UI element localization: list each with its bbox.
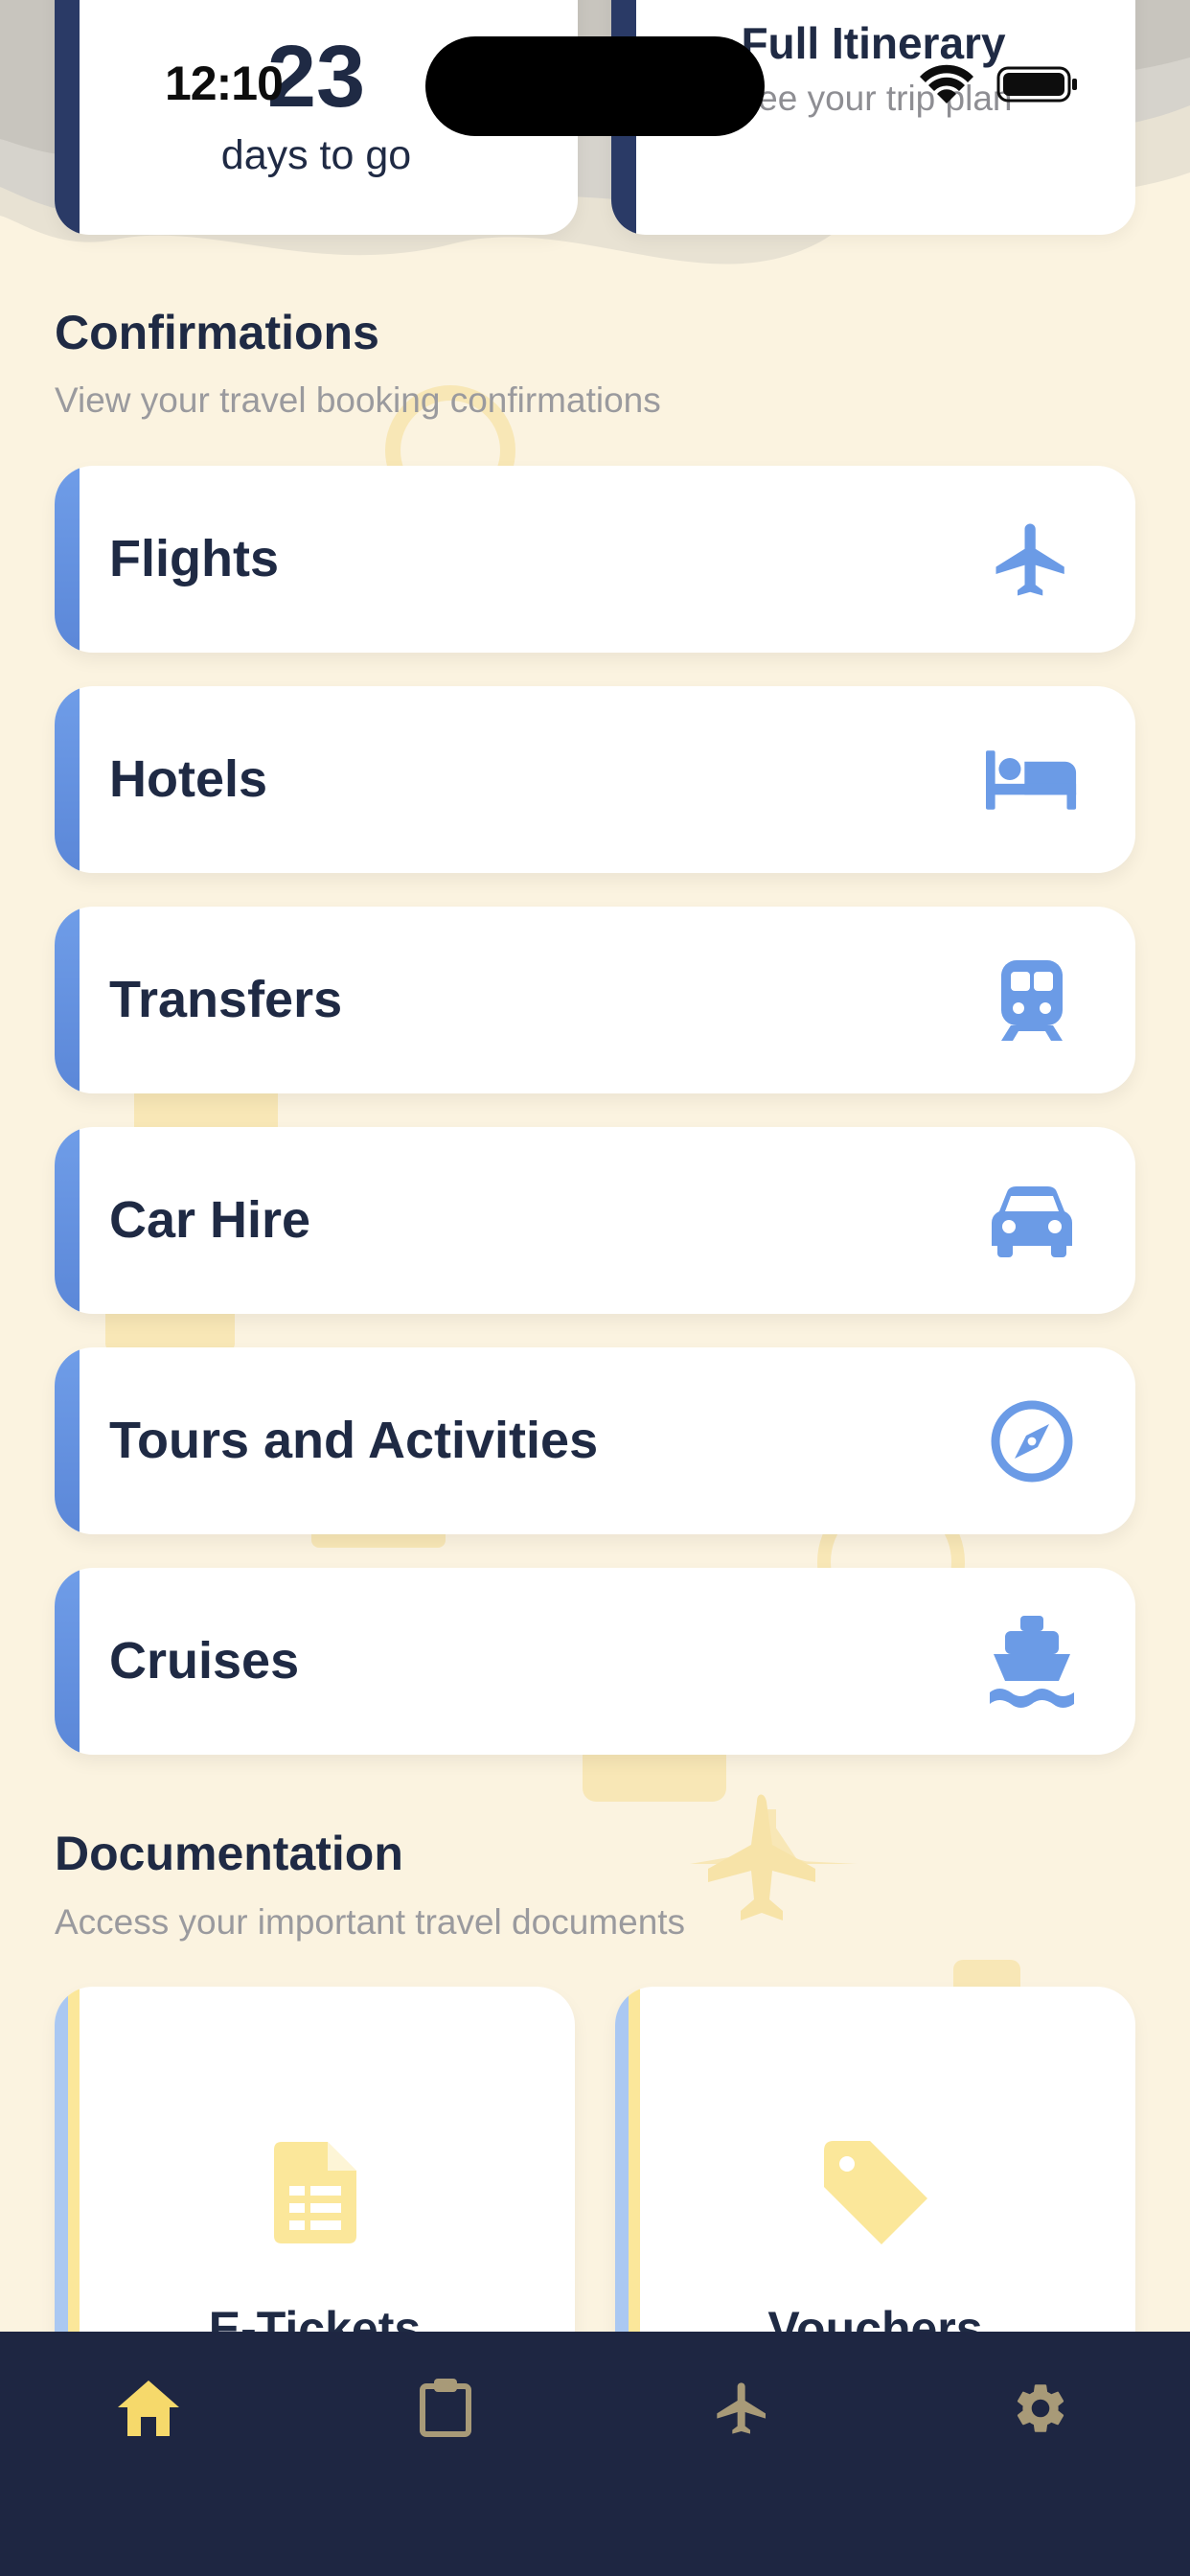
gear-icon	[1017, 2384, 1064, 2432]
tab-clipboard[interactable]	[407, 2370, 484, 2447]
row-accent-stripe	[55, 686, 80, 873]
confirmation-flights[interactable]: Flights	[55, 466, 1135, 653]
doc-card-vouchers[interactable]: Vouchers	[615, 1987, 1135, 2370]
confirmation-label: Hotels	[109, 750, 268, 808]
row-accent-stripe	[55, 466, 80, 653]
countdown-label: days to go	[220, 132, 412, 178]
tab-flights[interactable]	[704, 2370, 781, 2447]
compass-icon	[986, 1395, 1078, 1487]
confirmation-cruises[interactable]: Cruises	[55, 1568, 1135, 1755]
confirmation-label: Flights	[109, 530, 279, 587]
home-icon	[118, 2380, 179, 2436]
ship-icon	[986, 1615, 1078, 1708]
clipboard-icon	[420, 2379, 471, 2437]
confirmation-label: Car Hire	[109, 1191, 311, 1249]
confirmations-title: Confirmations	[55, 306, 379, 359]
confirmation-car-hire[interactable]: Car Hire	[55, 1127, 1135, 1314]
status-time: 12:10	[165, 57, 284, 110]
airplane-icon	[717, 2382, 766, 2434]
tag-icon	[818, 2135, 933, 2250]
confirmation-tours-activities[interactable]: Tours and Activities	[55, 1347, 1135, 1534]
tab-home[interactable]	[110, 2370, 187, 2447]
train-icon	[986, 954, 1078, 1046]
tab-bar	[0, 2332, 1190, 2576]
car-icon	[986, 1175, 1078, 1267]
confirmation-hotels[interactable]: Hotels	[55, 686, 1135, 873]
row-accent-stripe	[55, 1127, 80, 1314]
doc-card-e-tickets[interactable]: E-Tickets	[55, 1987, 575, 2370]
confirmation-label: Cruises	[109, 1632, 300, 1690]
confirmations-subtitle: View your travel booking confirmations	[55, 380, 661, 420]
row-accent-stripe	[55, 907, 80, 1093]
confirmation-transfers[interactable]: Transfers	[55, 907, 1135, 1093]
battery-icon	[996, 66, 1077, 103]
document-icon	[258, 2135, 373, 2250]
row-accent-stripe	[55, 1347, 80, 1534]
confirmation-label: Transfers	[109, 971, 343, 1028]
confirmation-label: Tours and Activities	[109, 1412, 599, 1469]
dynamic-island	[425, 36, 765, 136]
documentation-title: Documentation	[55, 1827, 403, 1880]
bed-icon	[986, 734, 1078, 826]
airplane-icon	[986, 514, 1078, 606]
row-accent-stripe	[55, 1568, 80, 1755]
status-icons	[920, 64, 1077, 104]
documentation-subtitle: Access your important travel documents	[55, 1902, 686, 1942]
wifi-icon	[920, 64, 973, 104]
tab-settings[interactable]	[1002, 2370, 1079, 2447]
